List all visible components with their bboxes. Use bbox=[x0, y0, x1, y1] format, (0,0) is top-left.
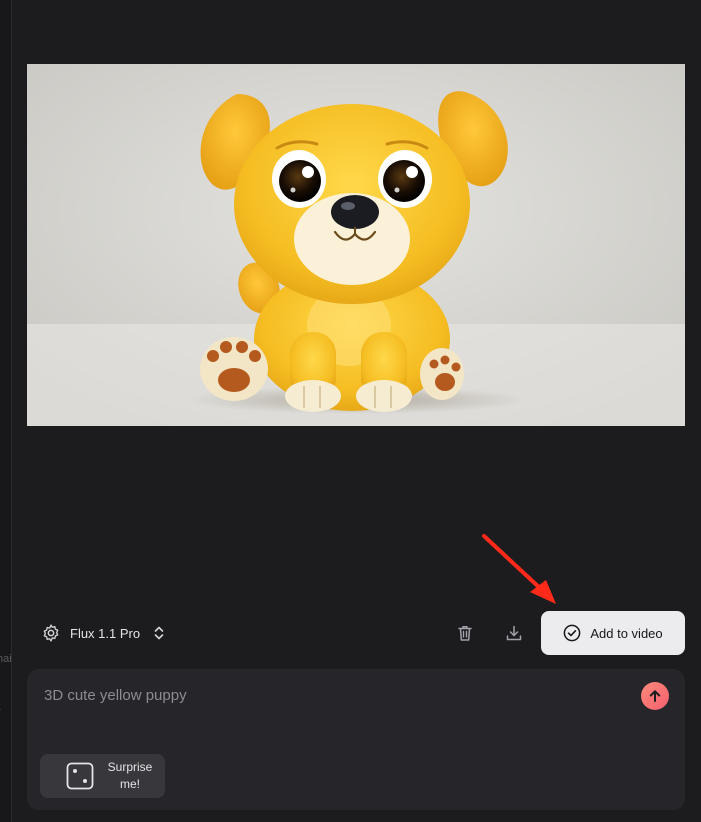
chevron-up-down-icon bbox=[154, 626, 164, 640]
surprise-me-button[interactable]: Surprise me! bbox=[40, 754, 165, 798]
sidebar-edge: hai r bbox=[0, 0, 12, 822]
gear-icon bbox=[43, 624, 59, 642]
download-button[interactable] bbox=[503, 622, 525, 644]
arrow-up-icon bbox=[649, 690, 661, 702]
prompt-box: 3D cute yellow puppy Surprise me! bbox=[27, 669, 685, 810]
sidebar-edge-text-2: r bbox=[0, 706, 1, 718]
model-selector[interactable]: Flux 1.1 Pro bbox=[41, 621, 167, 645]
image-toolbar: Flux 1.1 Pro Add to video bbox=[27, 611, 685, 655]
generated-image[interactable] bbox=[27, 64, 685, 426]
annotation-arrow bbox=[482, 534, 556, 604]
check-circle-icon bbox=[564, 624, 581, 642]
delete-button[interactable] bbox=[454, 622, 476, 644]
dice-icon bbox=[66, 762, 94, 790]
surprise-me-label: Surprise me! bbox=[107, 760, 153, 791]
app-root: hai r bbox=[0, 0, 701, 822]
model-label: Flux 1.1 Pro bbox=[70, 625, 141, 641]
trash-icon bbox=[458, 626, 472, 641]
prompt-input[interactable]: 3D cute yellow puppy bbox=[44, 687, 187, 704]
add-to-video-button[interactable]: Add to video bbox=[541, 611, 685, 655]
add-to-video-label: Add to video bbox=[590, 625, 663, 641]
send-button[interactable] bbox=[641, 682, 669, 710]
download-icon bbox=[506, 625, 522, 641]
puppy-illustration bbox=[27, 64, 685, 426]
sidebar-edge-text-1: hai bbox=[0, 653, 12, 665]
